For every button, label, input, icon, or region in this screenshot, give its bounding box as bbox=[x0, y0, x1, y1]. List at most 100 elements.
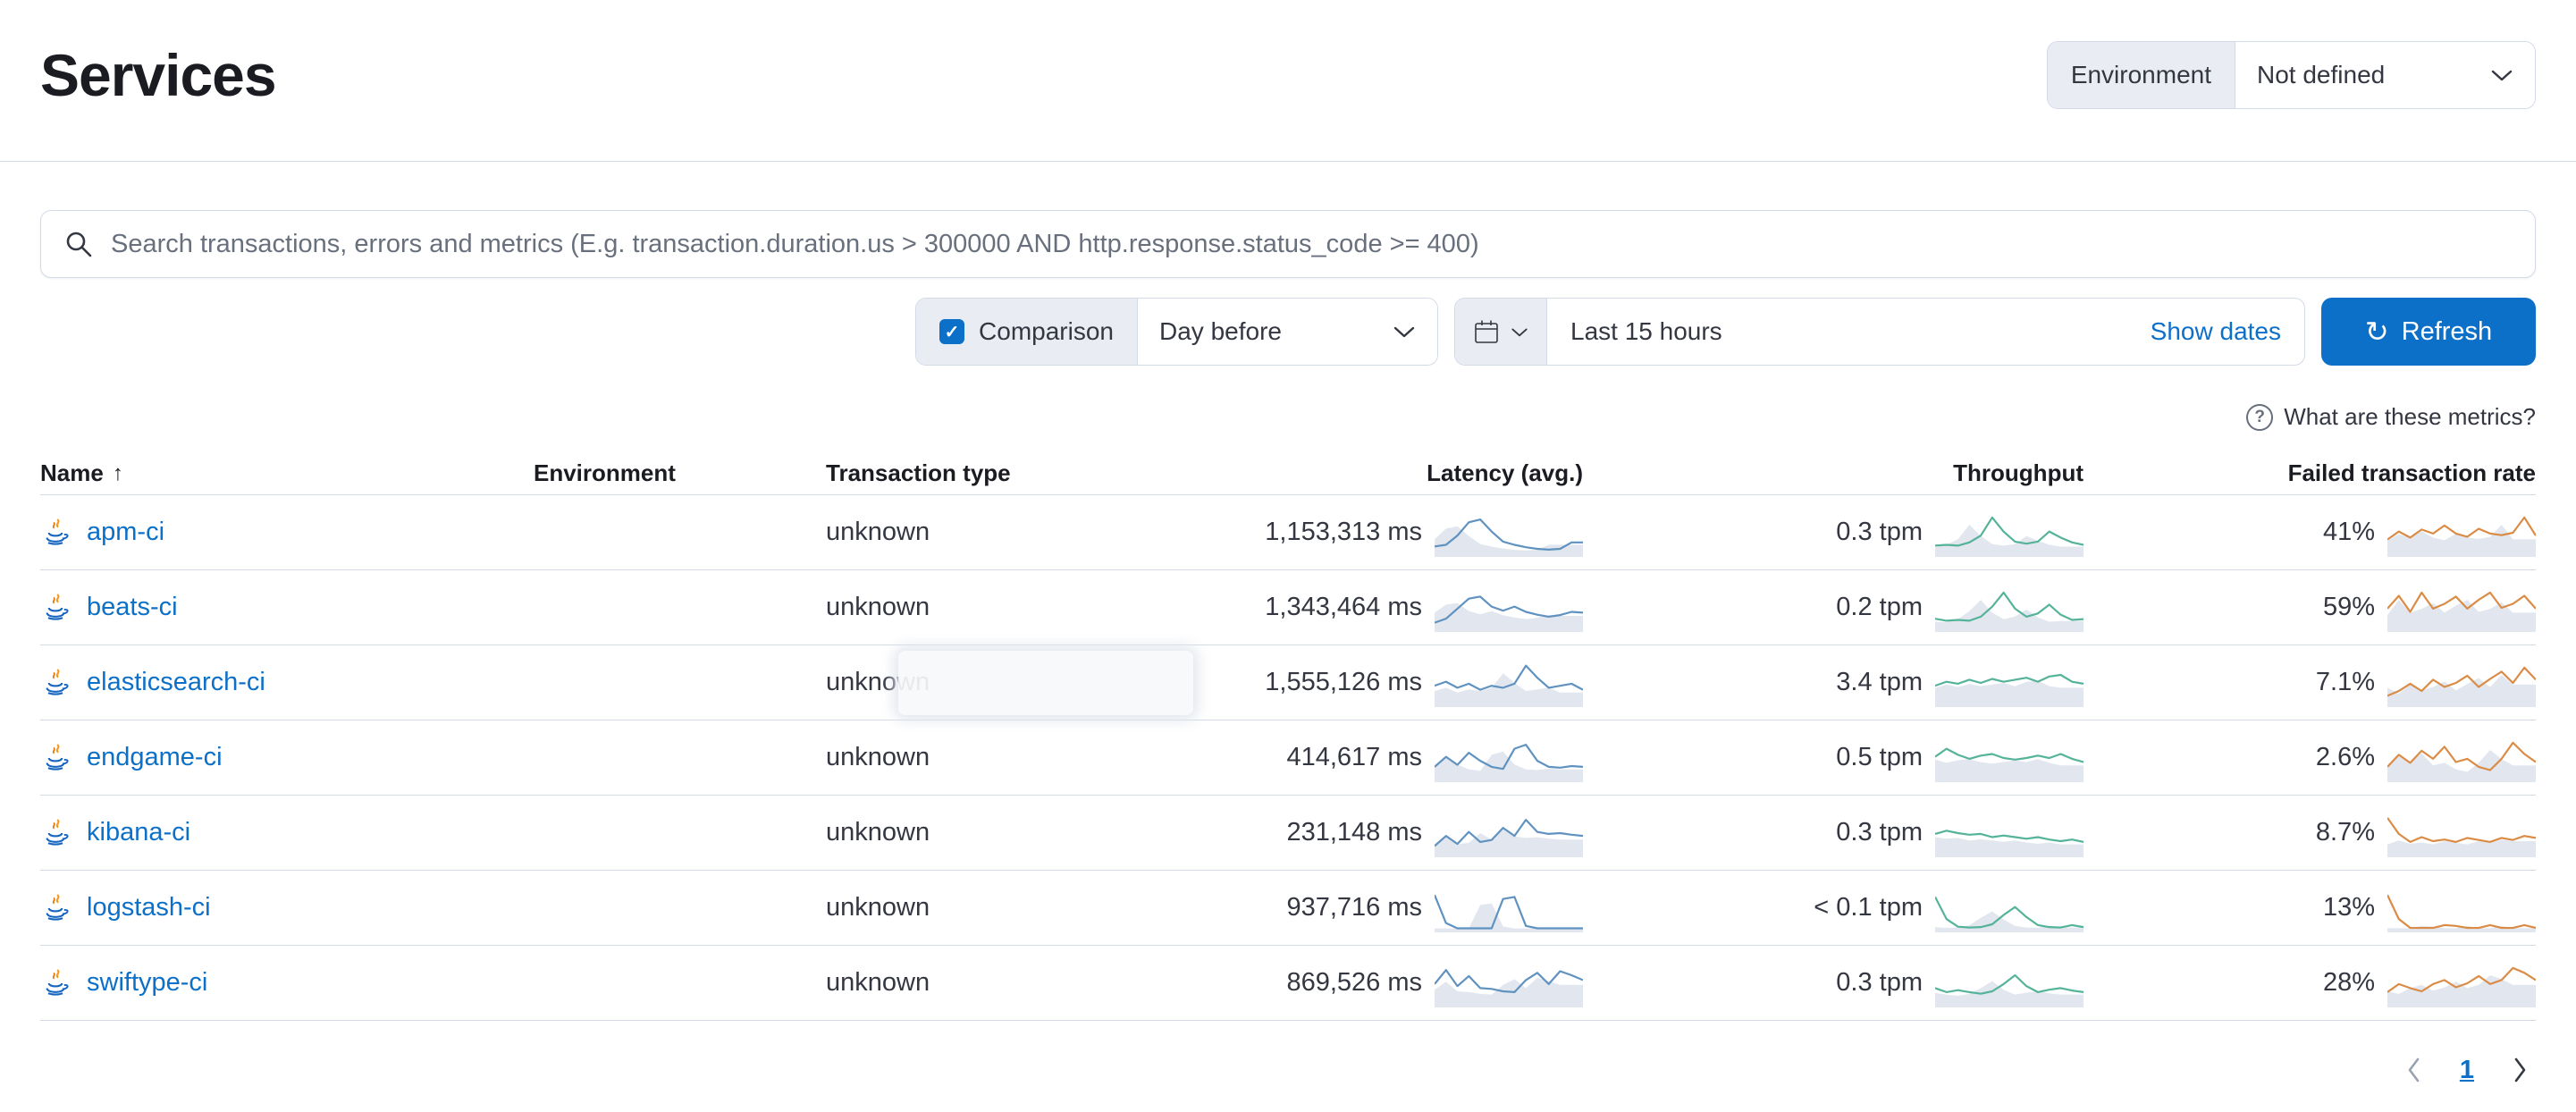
search-box bbox=[40, 210, 2536, 278]
failed-rate-value: 59% bbox=[2323, 593, 2375, 622]
column-header-environment: Environment bbox=[534, 459, 826, 487]
refresh-button[interactable]: ↻ Refresh bbox=[2321, 298, 2536, 366]
calendar-icon bbox=[1473, 318, 1500, 345]
latency-cell: 1,555,126 ms bbox=[1189, 659, 1583, 707]
service-name-link[interactable]: elasticsearch-ci bbox=[87, 668, 265, 697]
environment-filter-value: Not defined bbox=[2257, 61, 2385, 89]
comparison-group: ✓ Comparison Day before bbox=[915, 298, 1438, 366]
java-agent-icon bbox=[40, 518, 71, 548]
environment-filter-label: Environment bbox=[2048, 42, 2235, 108]
service-name-cell: beats-ci bbox=[40, 593, 534, 623]
service-name-link[interactable]: swiftype-ci bbox=[87, 968, 207, 998]
latency-cell: 937,716 ms bbox=[1189, 884, 1583, 932]
latency-sparkline bbox=[1435, 584, 1583, 632]
comparison-checkbox[interactable]: ✓ bbox=[939, 319, 964, 344]
throughput-cell: 0.3 tpm bbox=[1583, 809, 2084, 857]
service-name-link[interactable]: apm-ci bbox=[87, 518, 164, 547]
comparison-select-value: Day before bbox=[1159, 317, 1282, 346]
latency-cell: 869,526 ms bbox=[1189, 959, 1583, 1007]
throughput-sparkline bbox=[1935, 959, 2084, 1007]
latency-value: 937,716 ms bbox=[1286, 893, 1422, 922]
failed-rate-sparkline bbox=[2387, 884, 2536, 932]
latency-value: 231,148 ms bbox=[1286, 818, 1422, 847]
search-icon bbox=[64, 230, 93, 258]
latency-sparkline bbox=[1435, 959, 1583, 1007]
date-quick-select-button[interactable] bbox=[1455, 299, 1547, 365]
throughput-value: 0.3 tpm bbox=[1836, 968, 1923, 998]
table-body: apm-ci unknown 1,153,313 ms 0.3 tpm 41% bbox=[40, 495, 2536, 1021]
sort-ascending-icon: ↑ bbox=[113, 461, 123, 486]
service-name-cell: endgame-ci bbox=[40, 743, 534, 773]
throughput-cell: 0.3 tpm bbox=[1583, 509, 2084, 557]
failed-rate-value: 2.6% bbox=[2316, 743, 2375, 772]
latency-sparkline bbox=[1435, 509, 1583, 557]
chevron-down-icon bbox=[1393, 324, 1416, 339]
failed-rate-cell: 41% bbox=[2084, 509, 2536, 557]
column-header-failed-rate: Failed transaction rate bbox=[2084, 459, 2536, 487]
page-title: Services bbox=[40, 41, 276, 109]
throughput-cell: < 0.1 tpm bbox=[1583, 884, 2084, 932]
service-name-link[interactable]: kibana-ci bbox=[87, 818, 190, 847]
throughput-sparkline bbox=[1935, 734, 2084, 782]
latency-sparkline bbox=[1435, 734, 1583, 782]
page-number-1[interactable]: 1 bbox=[2460, 1056, 2474, 1085]
pagination: 1 bbox=[0, 1055, 2576, 1085]
failed-rate-value: 7.1% bbox=[2316, 668, 2375, 697]
throughput-cell: 0.5 tpm bbox=[1583, 734, 2084, 782]
service-name-link[interactable]: beats-ci bbox=[87, 593, 178, 622]
show-dates-link[interactable]: Show dates bbox=[2151, 299, 2304, 365]
transaction-type-cell: unknown bbox=[826, 593, 1189, 622]
latency-cell: 1,343,464 ms bbox=[1189, 584, 1583, 632]
previous-page-icon[interactable] bbox=[2404, 1055, 2424, 1085]
table-row: apm-ci unknown 1,153,313 ms 0.3 tpm 41% bbox=[40, 495, 2536, 570]
comparison-select[interactable]: Day before bbox=[1138, 299, 1437, 365]
refresh-icon: ↻ bbox=[2365, 317, 2389, 346]
latency-value: 869,526 ms bbox=[1286, 968, 1422, 998]
throughput-value: 0.3 tpm bbox=[1836, 518, 1923, 547]
failed-rate-cell: 13% bbox=[2084, 884, 2536, 932]
date-range-button[interactable]: Last 15 hours bbox=[1547, 299, 2151, 365]
service-name-link[interactable]: logstash-ci bbox=[87, 893, 211, 922]
java-agent-icon bbox=[40, 893, 71, 923]
throughput-value: 3.4 tpm bbox=[1836, 668, 1923, 697]
chevron-down-icon bbox=[1511, 326, 1528, 338]
latency-cell: 231,148 ms bbox=[1189, 809, 1583, 857]
latency-value: 1,555,126 ms bbox=[1265, 668, 1422, 697]
column-header-name[interactable]: Name ↑ bbox=[40, 459, 534, 487]
service-name-link[interactable]: endgame-ci bbox=[87, 743, 223, 772]
failed-rate-value: 13% bbox=[2323, 893, 2375, 922]
java-agent-icon bbox=[40, 668, 71, 698]
table-row: beats-ci unknown 1,343,464 ms 0.2 tpm 59… bbox=[40, 570, 2536, 645]
next-page-icon[interactable] bbox=[2510, 1055, 2530, 1085]
transaction-type-cell: unknown bbox=[826, 668, 1189, 697]
services-table: Name ↑ Environment Transaction type Late… bbox=[40, 452, 2536, 1021]
transaction-type-cell: unknown bbox=[826, 518, 1189, 547]
failed-rate-cell: 8.7% bbox=[2084, 809, 2536, 857]
table-header-row: Name ↑ Environment Transaction type Late… bbox=[40, 452, 2536, 495]
failed-rate-value: 8.7% bbox=[2316, 818, 2375, 847]
column-header-latency: Latency (avg.) bbox=[1189, 459, 1583, 487]
page-header: Services Environment Not defined bbox=[0, 0, 2576, 162]
metrics-help-link[interactable]: What are these metrics? bbox=[2284, 403, 2536, 431]
environment-filter-select[interactable]: Not defined bbox=[2235, 42, 2535, 108]
latency-cell: 1,153,313 ms bbox=[1189, 509, 1583, 557]
throughput-sparkline bbox=[1935, 584, 2084, 632]
java-agent-icon bbox=[40, 818, 71, 848]
throughput-sparkline bbox=[1935, 659, 2084, 707]
throughput-cell: 0.2 tpm bbox=[1583, 584, 2084, 632]
latency-value: 1,343,464 ms bbox=[1265, 593, 1422, 622]
service-name-cell: logstash-ci bbox=[40, 893, 534, 923]
failed-rate-cell: 2.6% bbox=[2084, 734, 2536, 782]
service-name-cell: swiftype-ci bbox=[40, 968, 534, 998]
latency-value: 414,617 ms bbox=[1286, 743, 1422, 772]
table-row: logstash-ci unknown 937,716 ms < 0.1 tpm… bbox=[40, 871, 2536, 946]
transaction-type-cell: unknown bbox=[826, 893, 1189, 922]
table-row: endgame-ci unknown 414,617 ms 0.5 tpm 2.… bbox=[40, 720, 2536, 796]
failed-rate-sparkline bbox=[2387, 959, 2536, 1007]
search-input[interactable] bbox=[111, 230, 2512, 259]
throughput-sparkline bbox=[1935, 884, 2084, 932]
latency-sparkline bbox=[1435, 809, 1583, 857]
comparison-toggle[interactable]: ✓ Comparison bbox=[916, 299, 1138, 365]
failed-rate-value: 41% bbox=[2323, 518, 2375, 547]
latency-cell: 414,617 ms bbox=[1189, 734, 1583, 782]
